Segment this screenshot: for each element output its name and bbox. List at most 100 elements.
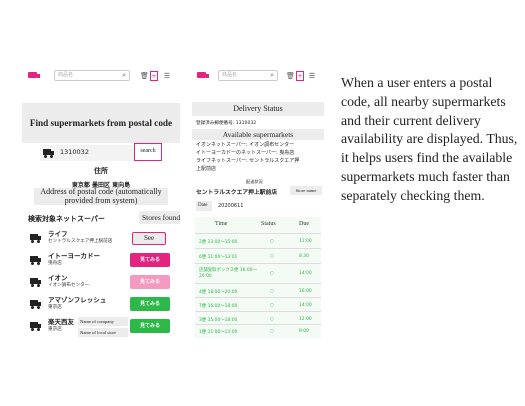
search-icon[interactable]: ⌕ — [122, 71, 126, 80]
table-row[interactable]: 2便 13:00〜15:00 ○ 11:00 — [195, 233, 321, 249]
company-name-tag: Name of company — [78, 317, 128, 326]
postal-input-value: 1310032 — [60, 148, 89, 156]
table-row[interactable]: 店舗受取ボックス便 16:00〜20:00 ○ 14:00 — [195, 263, 321, 283]
store-branch: 東京店 — [48, 305, 62, 310]
cart-icon — [30, 300, 41, 309]
col-due: Due — [299, 221, 309, 227]
row-status: ○ — [270, 303, 274, 308]
store-name: 楽天西友 — [48, 318, 74, 326]
row-due: 14:00 — [299, 303, 312, 308]
row-status: ○ — [270, 239, 274, 244]
view-store-button-label: 見てみる — [139, 323, 160, 329]
store-list-title: 検索対象ネットスーパー — [28, 215, 105, 223]
date-value: 20200611 — [218, 203, 244, 209]
store-name-tag: Store name — [290, 186, 322, 195]
trash-icon[interactable]: 🗑 — [286, 71, 295, 81]
stores-found-label: Stores found — [139, 211, 180, 224]
search-icon[interactable]: ⌕ — [270, 71, 274, 80]
store-branch: 曳舟店 — [48, 261, 62, 266]
local-store-name-tag: Name of local store — [78, 328, 128, 337]
truck-logo-icon[interactable] — [197, 72, 209, 78]
trash-icon[interactable]: 🗑 — [140, 71, 149, 81]
col-time: Time — [215, 221, 228, 227]
search-input[interactable]: 商品名 ⌕ — [218, 70, 278, 81]
view-store-button[interactable]: 見てみる — [130, 275, 170, 289]
list-icon[interactable]: ☰ — [308, 71, 316, 81]
row-status: ○ — [270, 317, 274, 322]
delivery-table: Time Status Due 2便 13:00〜15:00 ○ 11:00 6… — [195, 217, 321, 338]
row-due: 8:30 — [299, 254, 309, 259]
row-time: 7便 16:00〜18:00 — [199, 304, 238, 309]
delivery-status-title: Delivery Status — [192, 102, 324, 116]
date-label: Date — [196, 201, 212, 211]
view-store-button-label: 見てみる — [139, 301, 160, 307]
row-due: 12:00 — [299, 317, 312, 322]
see-button[interactable]: See — [132, 232, 166, 245]
search-input[interactable]: 商品名 ⌕ — [54, 70, 130, 81]
page-heading-box: Find supermarkets from postal code — [22, 103, 180, 143]
cart-icon — [30, 256, 41, 265]
page-heading: Find supermarkets from postal code — [29, 118, 173, 128]
selected-store-name: セントラルスクエア押上駅前店 — [196, 190, 278, 196]
cart-icon — [43, 149, 54, 158]
row-due: 9:00 — [299, 329, 309, 334]
list-icon[interactable]: ☰ — [163, 71, 171, 81]
cart-icon — [30, 234, 41, 243]
available-title: Available supermarkets — [192, 129, 324, 140]
search-button-label: search — [140, 148, 156, 154]
row-time: 2便 13:00〜15:00 — [199, 240, 238, 245]
available-line: イオンネットスーパー: イオン調布センター — [196, 142, 295, 148]
address-note: Address of postal code (automatically pr… — [34, 187, 168, 205]
postal-input[interactable]: 1310032 — [40, 145, 134, 161]
store-branch: 東京店 — [48, 327, 62, 332]
store-name: イオン — [48, 274, 68, 282]
view-store-button-label: 見てみる — [139, 257, 160, 263]
table-row[interactable]: 1便 11:00〜13:00 ○ 9:00 — [195, 324, 321, 338]
top-bar: 商品名 ⌕ 🗑 + ☰ — [22, 68, 180, 83]
store-branch: セントラルスクエア押上駅前店 — [48, 239, 113, 244]
store-row: アマゾンフレッシュ 東京店 見てみる — [22, 294, 180, 314]
top-bar: 商品名 ⌕ 🗑 + ☰ — [192, 68, 324, 83]
table-row[interactable]: 6便 11:00〜13:01 ○ 8:30 — [195, 248, 321, 264]
search-placeholder: 商品名 — [222, 72, 238, 78]
row-time: 店舗受取ボックス便 16:00〜20:00 — [199, 268, 257, 279]
plus-icon[interactable]: + — [150, 71, 158, 81]
phone-screen-2: 商品名 ⌕ 🗑 + ☰ Delivery Status 登録済み郵便番号: 13… — [192, 65, 324, 340]
table-header: Time Status Due — [195, 217, 321, 233]
store-row: イトーヨーカドー 曳舟店 見てみる — [22, 250, 180, 270]
cart-icon — [30, 278, 41, 287]
row-status: ○ — [270, 254, 274, 259]
store-row: イオン イオン調布センター 見てみる — [22, 272, 180, 292]
truck-logo-icon[interactable] — [28, 72, 40, 78]
cart-icon — [30, 322, 41, 331]
row-status: ○ — [270, 289, 274, 294]
row-due: 11:00 — [299, 239, 312, 244]
view-store-button[interactable]: 見てみる — [130, 297, 170, 311]
row-time: 6便 11:00〜13:01 — [199, 255, 238, 260]
view-store-button[interactable]: 見てみる — [130, 319, 170, 333]
search-button[interactable]: search — [134, 143, 162, 161]
phone-screen-1: 商品名 ⌕ 🗑 + ☰ Find supermarkets from posta… — [22, 65, 180, 340]
available-line: 上駅前店 — [196, 166, 217, 172]
store-branch: イオン調布センター — [48, 283, 90, 288]
store-row: 楽天西友 東京店 Name of company Name of local s… — [22, 316, 180, 338]
view-store-button[interactable]: 見てみる — [130, 253, 170, 267]
available-line: イトーヨーカドーのネットスーパー: 曳舟店 — [196, 150, 295, 156]
row-status: ○ — [270, 329, 274, 334]
plus-icon[interactable]: + — [296, 71, 304, 81]
delivery-status-small: 配送状況 — [246, 179, 263, 184]
view-store-button-label: 見てみる — [139, 279, 160, 285]
row-due: 16:00 — [299, 289, 312, 294]
store-row: ライフ セントラルスクエア押上駅前店 See — [22, 228, 180, 248]
see-button-label: See — [143, 234, 155, 242]
row-due: 14:00 — [299, 271, 312, 276]
row-status: ○ — [270, 271, 274, 276]
col-status: Status — [261, 221, 276, 227]
store-name: ライフ — [48, 230, 68, 238]
search-placeholder: 商品名 — [58, 72, 74, 78]
row-time: 4便 18:00〜20:00 — [199, 290, 238, 295]
row-time: 3便 15:00〜18:00 — [199, 318, 238, 323]
address-label: 住所 — [94, 167, 108, 175]
available-line: ライフネットスーパー: セントラルスクエア押 — [196, 158, 300, 164]
description-text: When a user enters a postal code, all ne… — [341, 75, 518, 203]
